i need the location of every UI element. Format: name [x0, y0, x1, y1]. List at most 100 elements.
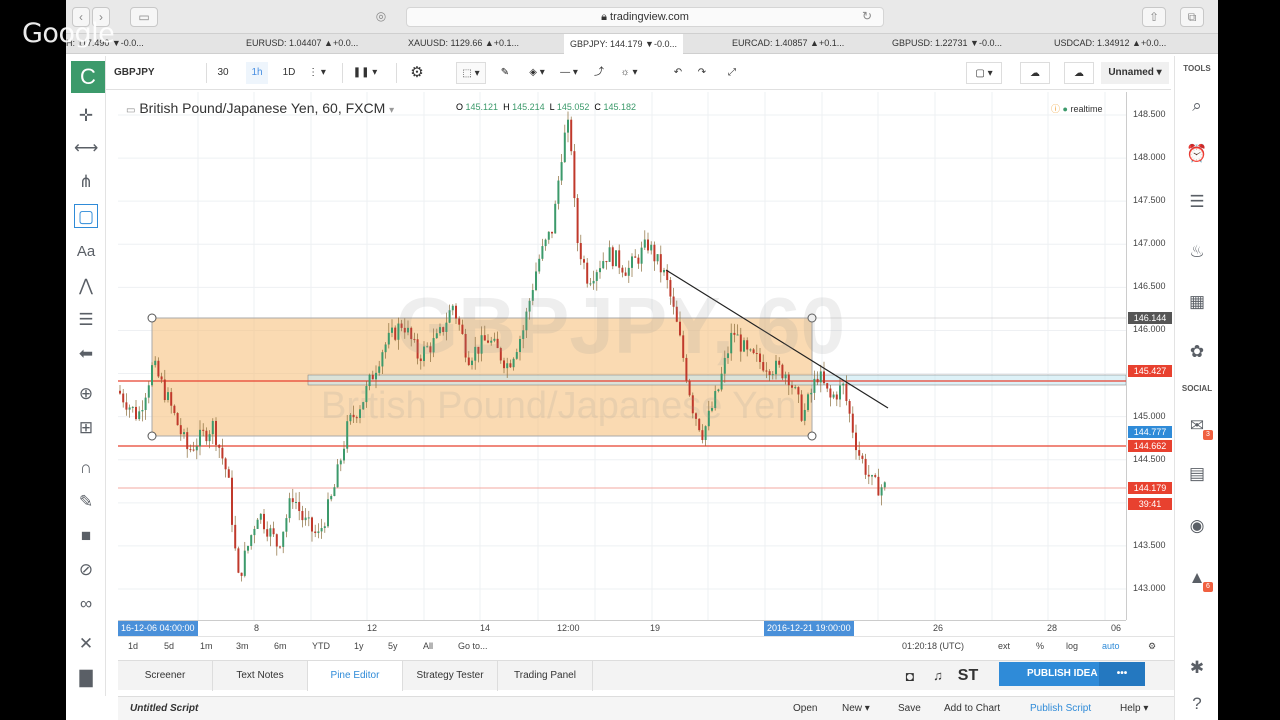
tab-screener[interactable]: Screener [118, 661, 213, 691]
open-button[interactable]: Open [793, 703, 817, 714]
clone-icon[interactable]: ⤴ [588, 62, 610, 84]
range-6m[interactable]: 6m [274, 641, 287, 651]
pattern-icon[interactable]: ⋀ [74, 274, 98, 298]
range-1d[interactable]: 1d [128, 641, 138, 651]
time-axis[interactable]: 16-12-06 04:00:00 8 12 14 12:00 19 2016-… [118, 620, 1126, 636]
line-style-icon[interactable]: — ▾ [554, 62, 584, 84]
range-5d[interactable]: 5d [164, 641, 174, 651]
save-cloud-icon[interactable]: ☁ [1064, 62, 1094, 84]
log-toggle[interactable]: log [1066, 641, 1078, 651]
help-button[interactable]: Help ▾ [1120, 703, 1148, 714]
trendline-icon[interactable]: ⟷ [74, 136, 98, 160]
interval-30[interactable]: 30 [212, 62, 234, 84]
range-1m[interactable]: 1m [200, 641, 213, 651]
axis-settings-icon[interactable]: ⚙ [1148, 641, 1156, 652]
stocktwits-icon[interactable]: ST [954, 661, 982, 691]
alarm-icon[interactable]: ⏰ [1185, 142, 1209, 166]
symbol-input[interactable]: GBPJPY [114, 62, 204, 84]
zoom-icon[interactable]: ⊕ [74, 382, 98, 406]
tab-strategy-tester[interactable]: Strategy Tester [403, 661, 498, 691]
script-name[interactable]: Untitled Script [130, 703, 198, 714]
layout-icon[interactable]: ▢ ▾ [966, 62, 1002, 84]
fill-color-icon[interactable]: ◈ ▾ [524, 62, 550, 84]
scanner-icon[interactable]: ⌕ [1185, 94, 1209, 118]
remove-drawings-icon[interactable]: ✕ [74, 632, 98, 656]
help-icon[interactable]: ? [1185, 692, 1209, 716]
text-tool-icon[interactable]: Aa [74, 240, 98, 264]
settings-gear-icon[interactable]: ⚙ [406, 62, 428, 84]
utc-clock[interactable]: 01:20:18 (UTC) [902, 641, 964, 651]
warning-icon[interactable]: ⓘ [1051, 104, 1060, 114]
measure-icon[interactable]: ⊞ [74, 416, 98, 440]
publish-script-button[interactable]: Publish Script [1030, 703, 1091, 714]
watchlist-icon[interactable]: ☰ [1185, 190, 1209, 214]
tradingview-logo[interactable]: C [71, 61, 105, 93]
goto-button[interactable]: Go to... [458, 641, 488, 651]
share-icon[interactable]: ⇧ [1142, 7, 1166, 27]
calendar-icon[interactable]: ▦ [1185, 290, 1209, 314]
range-ytd[interactable]: YTD [312, 641, 330, 651]
tab-pine-editor[interactable]: Pine Editor [308, 661, 403, 691]
trash-icon[interactable]: ▇ [74, 666, 98, 690]
drawing-select-icon[interactable]: ⬚ ▾ [456, 62, 486, 84]
horizontal-band[interactable] [307, 374, 1126, 386]
hotlist-icon[interactable]: ♨ [1185, 240, 1209, 264]
ticker-item[interactable]: XAUUSD: 1129.66 ▲+0.1... [408, 38, 519, 48]
sidebar-icon[interactable]: ▭ [130, 7, 158, 27]
undo-icon[interactable]: ↶ [668, 62, 688, 84]
dropdown-icon[interactable]: ▾ [389, 105, 394, 116]
ticker-item[interactable]: EURUSD: 1.04407 ▲+0.0... [246, 38, 358, 48]
hide-drawings-icon[interactable]: ⊘ [74, 558, 98, 582]
load-cloud-icon[interactable]: ☁ [1020, 62, 1050, 84]
line-color-icon[interactable]: ✎ [494, 62, 516, 84]
auto-toggle[interactable]: auto [1102, 641, 1120, 651]
collapse-icon[interactable]: ▭ [126, 105, 135, 116]
percent-toggle[interactable]: % [1036, 641, 1044, 651]
streams-icon[interactable]: ◉ [1185, 514, 1209, 538]
more-options-icon[interactable]: ••• [1099, 662, 1145, 686]
new-button[interactable]: New ▾ [842, 703, 870, 714]
crosshair-icon[interactable]: ✛ [74, 104, 98, 128]
bulb-icon[interactable]: ☼ ▾ [616, 62, 642, 84]
save-button[interactable]: Save [898, 703, 921, 714]
redo-icon[interactable]: ↷ [692, 62, 712, 84]
fib-icon[interactable]: ☰ [74, 308, 98, 332]
interval-dropdown-icon[interactable]: ⋮ ▾ [306, 62, 328, 84]
tab-trading-panel[interactable]: Trading Panel [498, 661, 593, 691]
price-axis[interactable]: 148.500 148.000 147.500 147.000 146.500 146.0… [1126, 92, 1172, 620]
range-3m[interactable]: 3m [236, 641, 249, 651]
ext-toggle[interactable]: ext [998, 641, 1010, 651]
range-5y[interactable]: 5y [388, 641, 398, 651]
bug-icon[interactable]: ✱ [1185, 656, 1209, 680]
interval-1h[interactable]: 1h [246, 62, 268, 84]
ticker-item[interactable]: EURCAD: 1.40857 ▲+0.1... [732, 38, 844, 48]
range-all[interactable]: All [423, 641, 433, 651]
interval-1d[interactable]: 1D [278, 62, 300, 84]
layout-name-button[interactable]: Unnamed ▾ [1101, 62, 1169, 84]
snapshot-icon[interactable]: ◘ [898, 661, 922, 691]
pitchfork-icon[interactable]: ⋔ [74, 170, 98, 194]
ticker-item[interactable]: GBPUSD: 1.22731 ▼-0.0... [892, 38, 1002, 48]
chart-type-icon[interactable]: ❚❚ ▾ [350, 62, 380, 84]
twitter-icon[interactable]: ♫ [926, 661, 950, 691]
publish-idea-button[interactable]: PUBLISH IDEA ••• [999, 662, 1145, 686]
ticker-item[interactable]: USDCAD: 1.34912 ▲+0.0... [1054, 38, 1166, 48]
candle-body [147, 385, 150, 398]
messages-icon[interactable]: ▤ [1185, 462, 1209, 486]
privacy-icon[interactable]: ◎ [366, 7, 396, 27]
fullscreen-icon[interactable]: ⤢ [722, 62, 742, 84]
rectangle-tool-icon[interactable]: ▢ [74, 204, 98, 228]
ticker-item-active[interactable]: GBPJPY: 144.179 ▼-0.0... [564, 34, 683, 54]
tabs-icon[interactable]: ⧉ [1180, 7, 1204, 27]
add-to-chart-button[interactable]: Add to Chart [944, 703, 1000, 714]
tab-text-notes[interactable]: Text Notes [213, 661, 308, 691]
ideas-icon[interactable]: ✿ [1185, 340, 1209, 364]
magnet-icon[interactable]: ∩ [74, 456, 98, 480]
reload-icon[interactable]: ↻ [858, 7, 876, 27]
pencil-icon[interactable]: ✎ [74, 490, 98, 514]
lock-drawings-icon[interactable]: ■ [74, 524, 98, 548]
address-bar[interactable]: 🔒︎ tradingview.com [406, 7, 884, 27]
arrow-icon[interactable]: ⬅ [74, 342, 98, 366]
range-1y[interactable]: 1y [354, 641, 364, 651]
link-icon[interactable]: ∞ [74, 592, 98, 616]
